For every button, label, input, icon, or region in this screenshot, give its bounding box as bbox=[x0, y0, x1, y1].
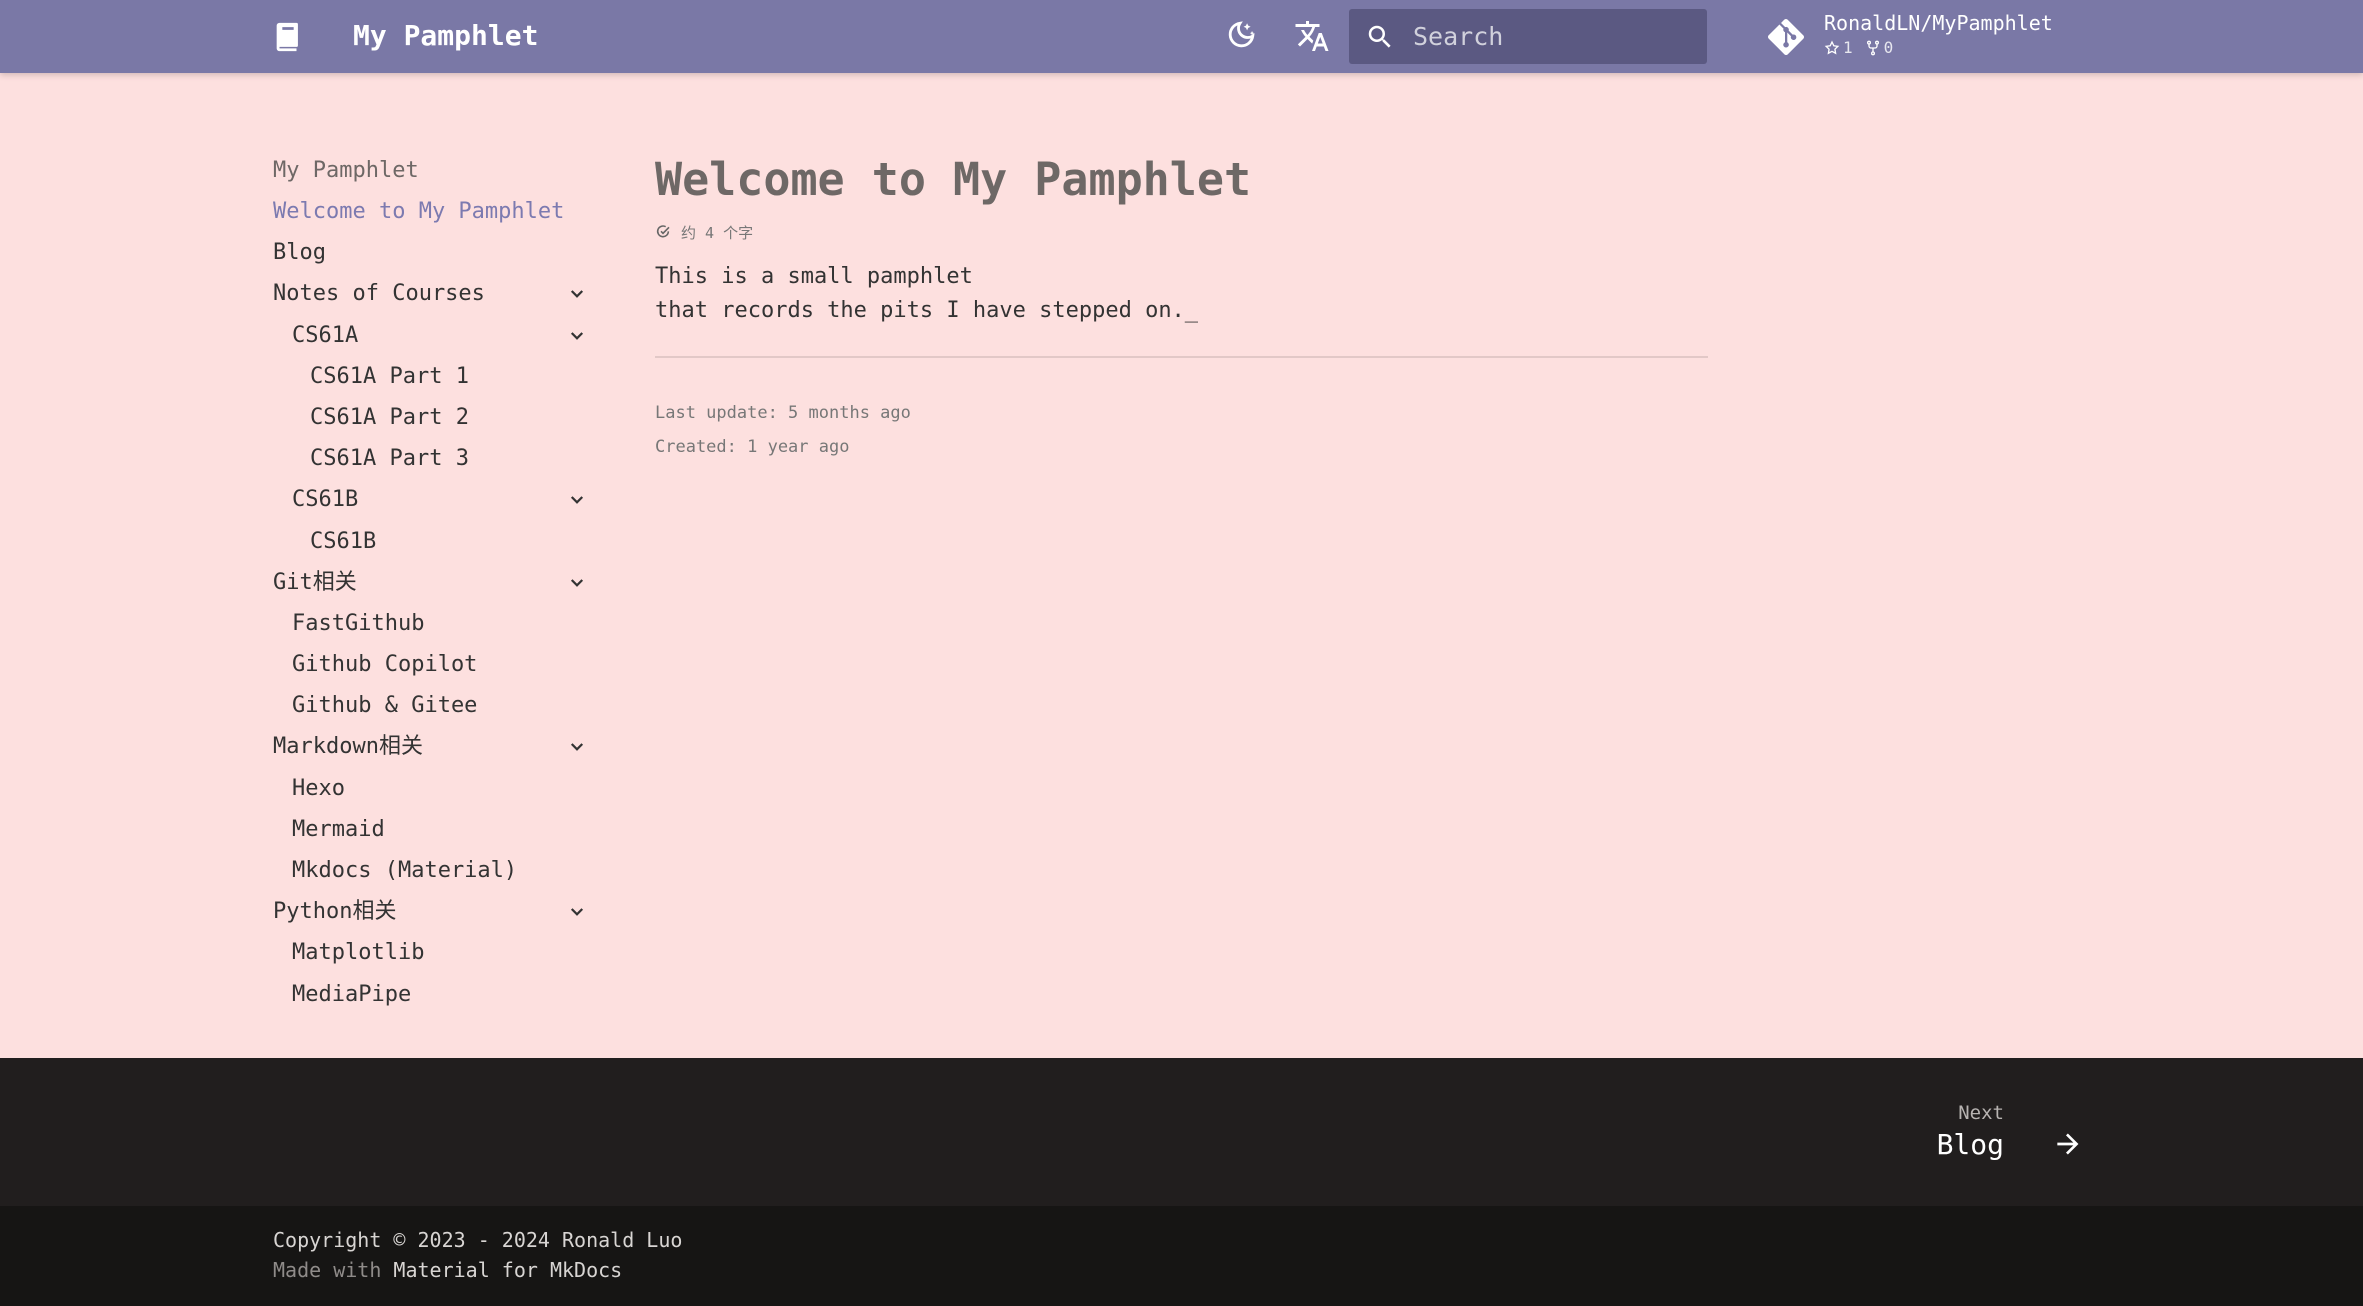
translate-icon[interactable] bbox=[1292, 16, 1332, 56]
chevron-down-icon[interactable] bbox=[568, 903, 586, 921]
nav-item-label: MediaPipe bbox=[292, 981, 412, 1007]
nav-item-github-gitee[interactable]: Github & Gitee bbox=[273, 685, 593, 726]
search-box[interactable] bbox=[1349, 9, 1707, 64]
arrow-right-icon bbox=[2057, 1133, 2079, 1155]
created-date: Created: 1 year ago bbox=[655, 437, 850, 457]
next-label: Next bbox=[1958, 1102, 2004, 1124]
nav-item-label: Notes of Courses bbox=[273, 281, 485, 307]
git-icon bbox=[1767, 18, 1805, 56]
nav-item-blog[interactable]: Blog bbox=[273, 232, 593, 273]
repo-forks-count: 0 bbox=[1883, 38, 1894, 57]
nav-item-label: CS61B bbox=[310, 528, 377, 554]
moon-star-icon[interactable] bbox=[1220, 16, 1260, 56]
nav-item-mediapipe[interactable]: MediaPipe bbox=[273, 974, 593, 1015]
nav-item-mkdocs-material[interactable]: Mkdocs (Material) bbox=[273, 850, 593, 891]
chevron-down-icon[interactable] bbox=[568, 574, 586, 592]
nav-item-welcome[interactable]: Welcome to My Pamphlet bbox=[273, 191, 593, 232]
nav-section-python[interactable]: Python相关 bbox=[273, 891, 593, 932]
made-with: Made with Material for MkDocs bbox=[273, 1258, 622, 1282]
nav-item-label: Blog bbox=[273, 240, 326, 266]
nav-item-hexo[interactable]: Hexo bbox=[273, 768, 593, 809]
nav-item-cs61a-part-2[interactable]: CS61A Part 2 bbox=[273, 397, 593, 438]
next-title: Blog bbox=[1936, 1128, 2004, 1161]
copyright: Copyright © 2023 - 2024 Ronald Luo bbox=[273, 1228, 683, 1252]
nav-item-label: Git相关 bbox=[273, 569, 357, 595]
nav-section-markdown[interactable]: Markdown相关 bbox=[273, 726, 593, 767]
nav-item-label: Github & Gitee bbox=[292, 693, 478, 719]
nav-section-notes-of-courses[interactable]: Notes of Courses bbox=[273, 273, 593, 314]
site-title[interactable]: My Pamphlet bbox=[353, 18, 538, 54]
page-title: Welcome to My Pamphlet bbox=[655, 153, 1252, 206]
nav-item-label: Mermaid bbox=[292, 816, 385, 842]
nav-section-cs61b[interactable]: CS61B bbox=[273, 479, 593, 520]
nav-item-cs61a-part-1[interactable]: CS61A Part 1 bbox=[273, 356, 593, 397]
nav-item-label: FastGithub bbox=[292, 610, 425, 636]
repo-name: RonaldLN/MyPamphlet bbox=[1824, 11, 2053, 35]
last-update: Last update: 5 months ago bbox=[655, 403, 911, 423]
repo-stars-count: 1 bbox=[1843, 38, 1853, 57]
page-meta: Last update: 5 months ago Created: 1 yea… bbox=[655, 396, 1708, 464]
main-content: Welcome to My Pamphlet 约 4 个字 This is a … bbox=[655, 150, 1708, 464]
nav-title: My Pamphlet bbox=[273, 158, 419, 183]
nav-item-fastgithub[interactable]: FastGithub bbox=[273, 603, 593, 644]
word-count: 约 4 个字 bbox=[655, 222, 1708, 242]
repo-facts: 1 0 bbox=[1824, 38, 1893, 57]
body-line: that records the pits I have stepped on.… bbox=[655, 298, 1199, 323]
chevron-down-icon[interactable] bbox=[568, 327, 586, 345]
nav-item-matplotlib[interactable]: Matplotlib bbox=[273, 932, 593, 973]
nav-item-label: CS61A bbox=[292, 322, 359, 348]
next-page-link[interactable]: Next Blog bbox=[1920, 1102, 2090, 1172]
nav-item-label: Python相关 bbox=[273, 899, 397, 925]
search-icon bbox=[1365, 22, 1395, 52]
nav-item-label: Github Copilot bbox=[292, 652, 478, 678]
fork-icon bbox=[1866, 40, 1879, 55]
nav-item-mermaid[interactable]: Mermaid bbox=[273, 809, 593, 850]
chevron-down-icon[interactable] bbox=[568, 285, 586, 303]
nav-item-cs61b[interactable]: CS61B bbox=[273, 521, 593, 562]
made-with-prefix: Made with bbox=[273, 1258, 382, 1282]
nav-item-cs61a-part-3[interactable]: CS61A Part 3 bbox=[273, 438, 593, 479]
nav-item-label: Markdown相关 bbox=[273, 734, 423, 760]
repo-stars: 1 bbox=[1824, 38, 1853, 57]
nav-item-github-copilot[interactable]: Github Copilot bbox=[273, 644, 593, 685]
footer-meta: Copyright © 2023 - 2024 Ronald Luo Made … bbox=[0, 1206, 2363, 1306]
nav-section-cs61a[interactable]: CS61A bbox=[273, 315, 593, 356]
chevron-down-icon[interactable] bbox=[568, 491, 586, 509]
divider bbox=[655, 356, 1708, 358]
footer-nav: Next Blog bbox=[0, 1058, 2363, 1206]
nav-section-git[interactable]: Git相关 bbox=[273, 562, 593, 603]
repo-link[interactable]: RonaldLN/MyPamphlet 1 0 bbox=[1767, 10, 2088, 64]
mkdocs-material-link[interactable]: Material for MkDocs bbox=[393, 1258, 622, 1282]
nav-item-label: Mkdocs (Material) bbox=[292, 858, 518, 883]
sidebar-nav: My Pamphlet Welcome to My Pamphlet Blog … bbox=[273, 150, 593, 1015]
nav-item-label: CS61A Part 3 bbox=[310, 446, 469, 472]
nav-item-label: Hexo bbox=[292, 775, 345, 801]
nav-item-label: Matplotlib bbox=[292, 940, 425, 966]
nav-item-label: CS61B bbox=[292, 487, 359, 513]
book-icon[interactable] bbox=[271, 18, 305, 56]
star-icon bbox=[1824, 39, 1840, 54]
nav-item-label: CS61A Part 1 bbox=[310, 363, 469, 389]
word-count-text: 约 4 个字 bbox=[681, 223, 754, 242]
body-line: This is a small pamphlet bbox=[655, 264, 973, 289]
search-input[interactable] bbox=[1413, 9, 1693, 64]
page-body: This is a small pamphlet that records th… bbox=[655, 260, 1708, 328]
check-circle-icon bbox=[656, 225, 670, 238]
chevron-down-icon[interactable] bbox=[568, 738, 586, 756]
nav-item-label: CS61A Part 2 bbox=[310, 404, 469, 430]
header: My Pamphlet RonaldLN/MyPamphlet 1 0 bbox=[0, 0, 2363, 73]
repo-forks: 0 bbox=[1865, 38, 1894, 57]
nav-item-label: Welcome to My Pamphlet bbox=[273, 199, 565, 224]
